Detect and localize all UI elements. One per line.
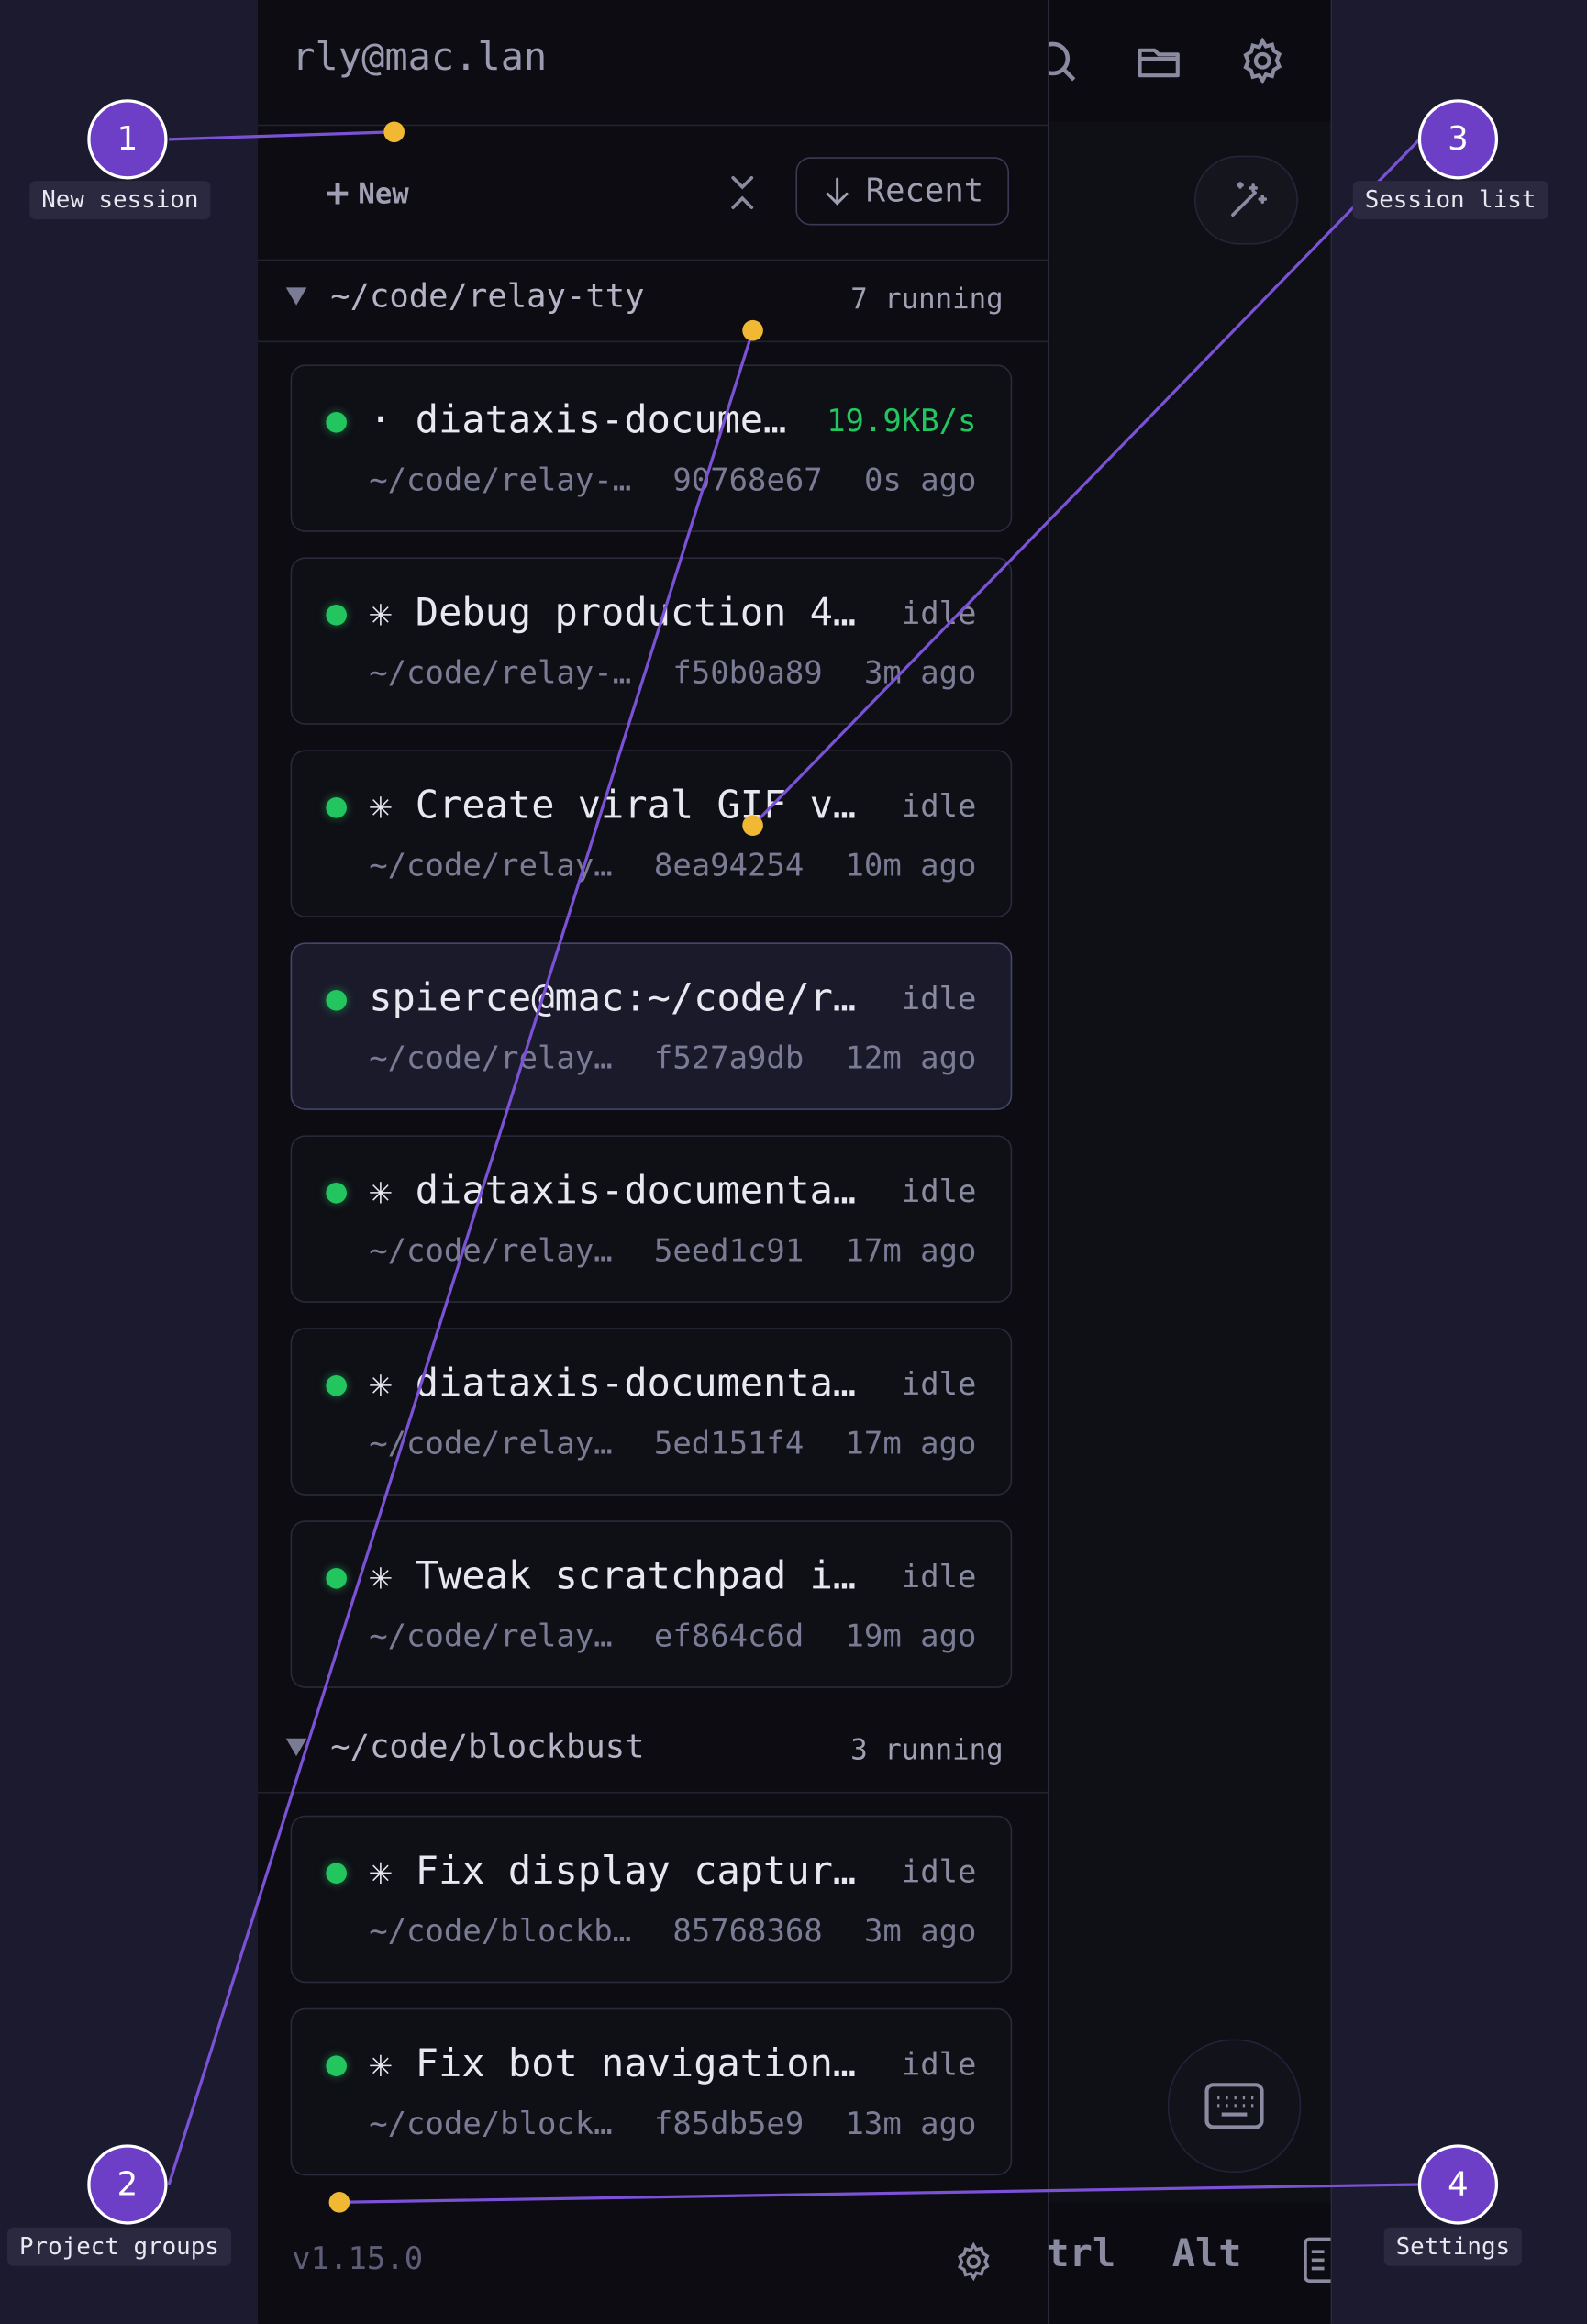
callout-badge-4: 4 (1417, 2144, 1499, 2225)
callout-lines (167, 130, 1421, 2204)
callout-target-4 (328, 2192, 350, 2213)
callout-line-2 (167, 329, 755, 2185)
callout-line-1 (169, 130, 394, 141)
callout-target-2 (742, 319, 763, 341)
callout-label-2: Project groups (7, 2227, 231, 2266)
callout-label-1: New session (29, 181, 211, 220)
callout-line-4 (338, 2183, 1420, 2204)
callout-line-3 (751, 138, 1421, 827)
callout-badge-3: 3 (1417, 99, 1499, 180)
callout-target-3 (742, 815, 763, 837)
callout-target-1 (383, 121, 405, 143)
callout-label-4: Settings (1383, 2227, 1523, 2266)
callout-badge-1: 1 (87, 99, 168, 180)
callout-badge-2: 2 (87, 2144, 168, 2225)
callout-label-3: Session list (1352, 181, 1548, 220)
